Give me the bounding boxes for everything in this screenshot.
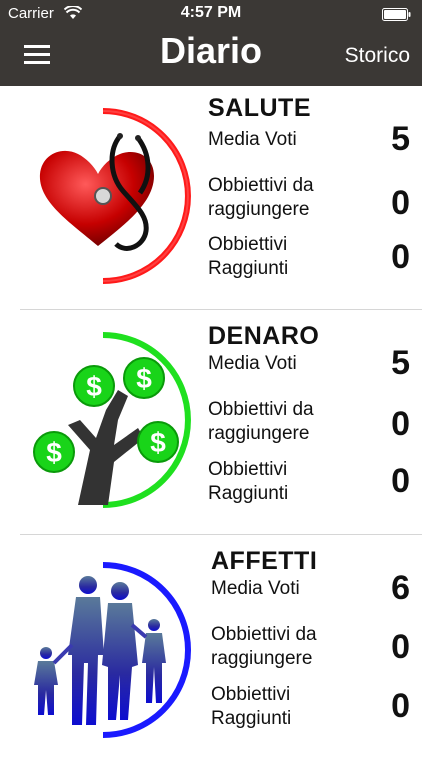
svg-text:$: $ bbox=[136, 363, 152, 394]
obbiettivi-da-raggiungere-label: Obbiettivi da raggiungere bbox=[208, 175, 314, 220]
obbiettivi-raggiunti-label: Obbiettivi Raggiunti bbox=[208, 459, 289, 504]
obbiettivi-da-raggiungere-value: 0 bbox=[391, 184, 410, 222]
svg-text:$: $ bbox=[150, 427, 166, 458]
obbiettivi-raggiunti-label: Obbiettivi Raggiunti bbox=[208, 234, 289, 279]
clock: 4:57 PM bbox=[180, 4, 242, 21]
media-voti-value: 5 bbox=[391, 344, 410, 382]
obbiettivi-da-raggiungere-label: Obbiettivi da raggiungere bbox=[211, 624, 317, 669]
obbiettivi-raggiunti-value: 0 bbox=[391, 238, 410, 276]
navigation-bar: Diario Storico bbox=[0, 28, 422, 86]
media-voti-label: Media Voti bbox=[211, 578, 300, 599]
media-voti-value: 5 bbox=[391, 120, 410, 158]
category-title: AFFETTI bbox=[211, 547, 318, 575]
svg-text:$: $ bbox=[46, 437, 62, 468]
category-affetti[interactable]: AFFETTI Media Voti 6 Obbiettivi da raggi… bbox=[0, 535, 422, 760]
media-voti-label: Media Voti bbox=[208, 353, 297, 374]
obbiettivi-raggiunti-label: Obbiettivi Raggiunti bbox=[211, 684, 292, 729]
status-bar: Carrier 4:57 PM bbox=[0, 0, 422, 28]
obbiettivi-raggiunti-value: 0 bbox=[391, 687, 410, 725]
media-voti-value: 6 bbox=[391, 569, 410, 607]
category-title: SALUTE bbox=[208, 94, 311, 122]
storico-button[interactable]: Storico bbox=[345, 44, 410, 68]
money-tree-icon: $ $ $ $ bbox=[33, 332, 191, 508]
obbiettivi-da-raggiungere-value: 0 bbox=[391, 405, 410, 443]
media-voti-label: Media Voti bbox=[208, 129, 297, 150]
category-title: DENARO bbox=[208, 322, 320, 350]
heart-stethoscope-icon bbox=[39, 108, 191, 284]
battery-icon bbox=[382, 8, 411, 21]
obbiettivi-raggiunti-value: 0 bbox=[391, 462, 410, 500]
obbiettivi-da-raggiungere-value: 0 bbox=[391, 628, 410, 666]
category-salute[interactable]: SALUTE Media Voti 5 Obbiettivi da raggiu… bbox=[0, 86, 422, 311]
svg-text:$: $ bbox=[86, 371, 102, 402]
family-icon bbox=[34, 562, 191, 738]
obbiettivi-da-raggiungere-label: Obbiettivi da raggiungere bbox=[208, 399, 314, 444]
category-denaro[interactable]: $ $ $ $ DENARO Media Voti 5 Obbiettivi d… bbox=[0, 310, 422, 535]
